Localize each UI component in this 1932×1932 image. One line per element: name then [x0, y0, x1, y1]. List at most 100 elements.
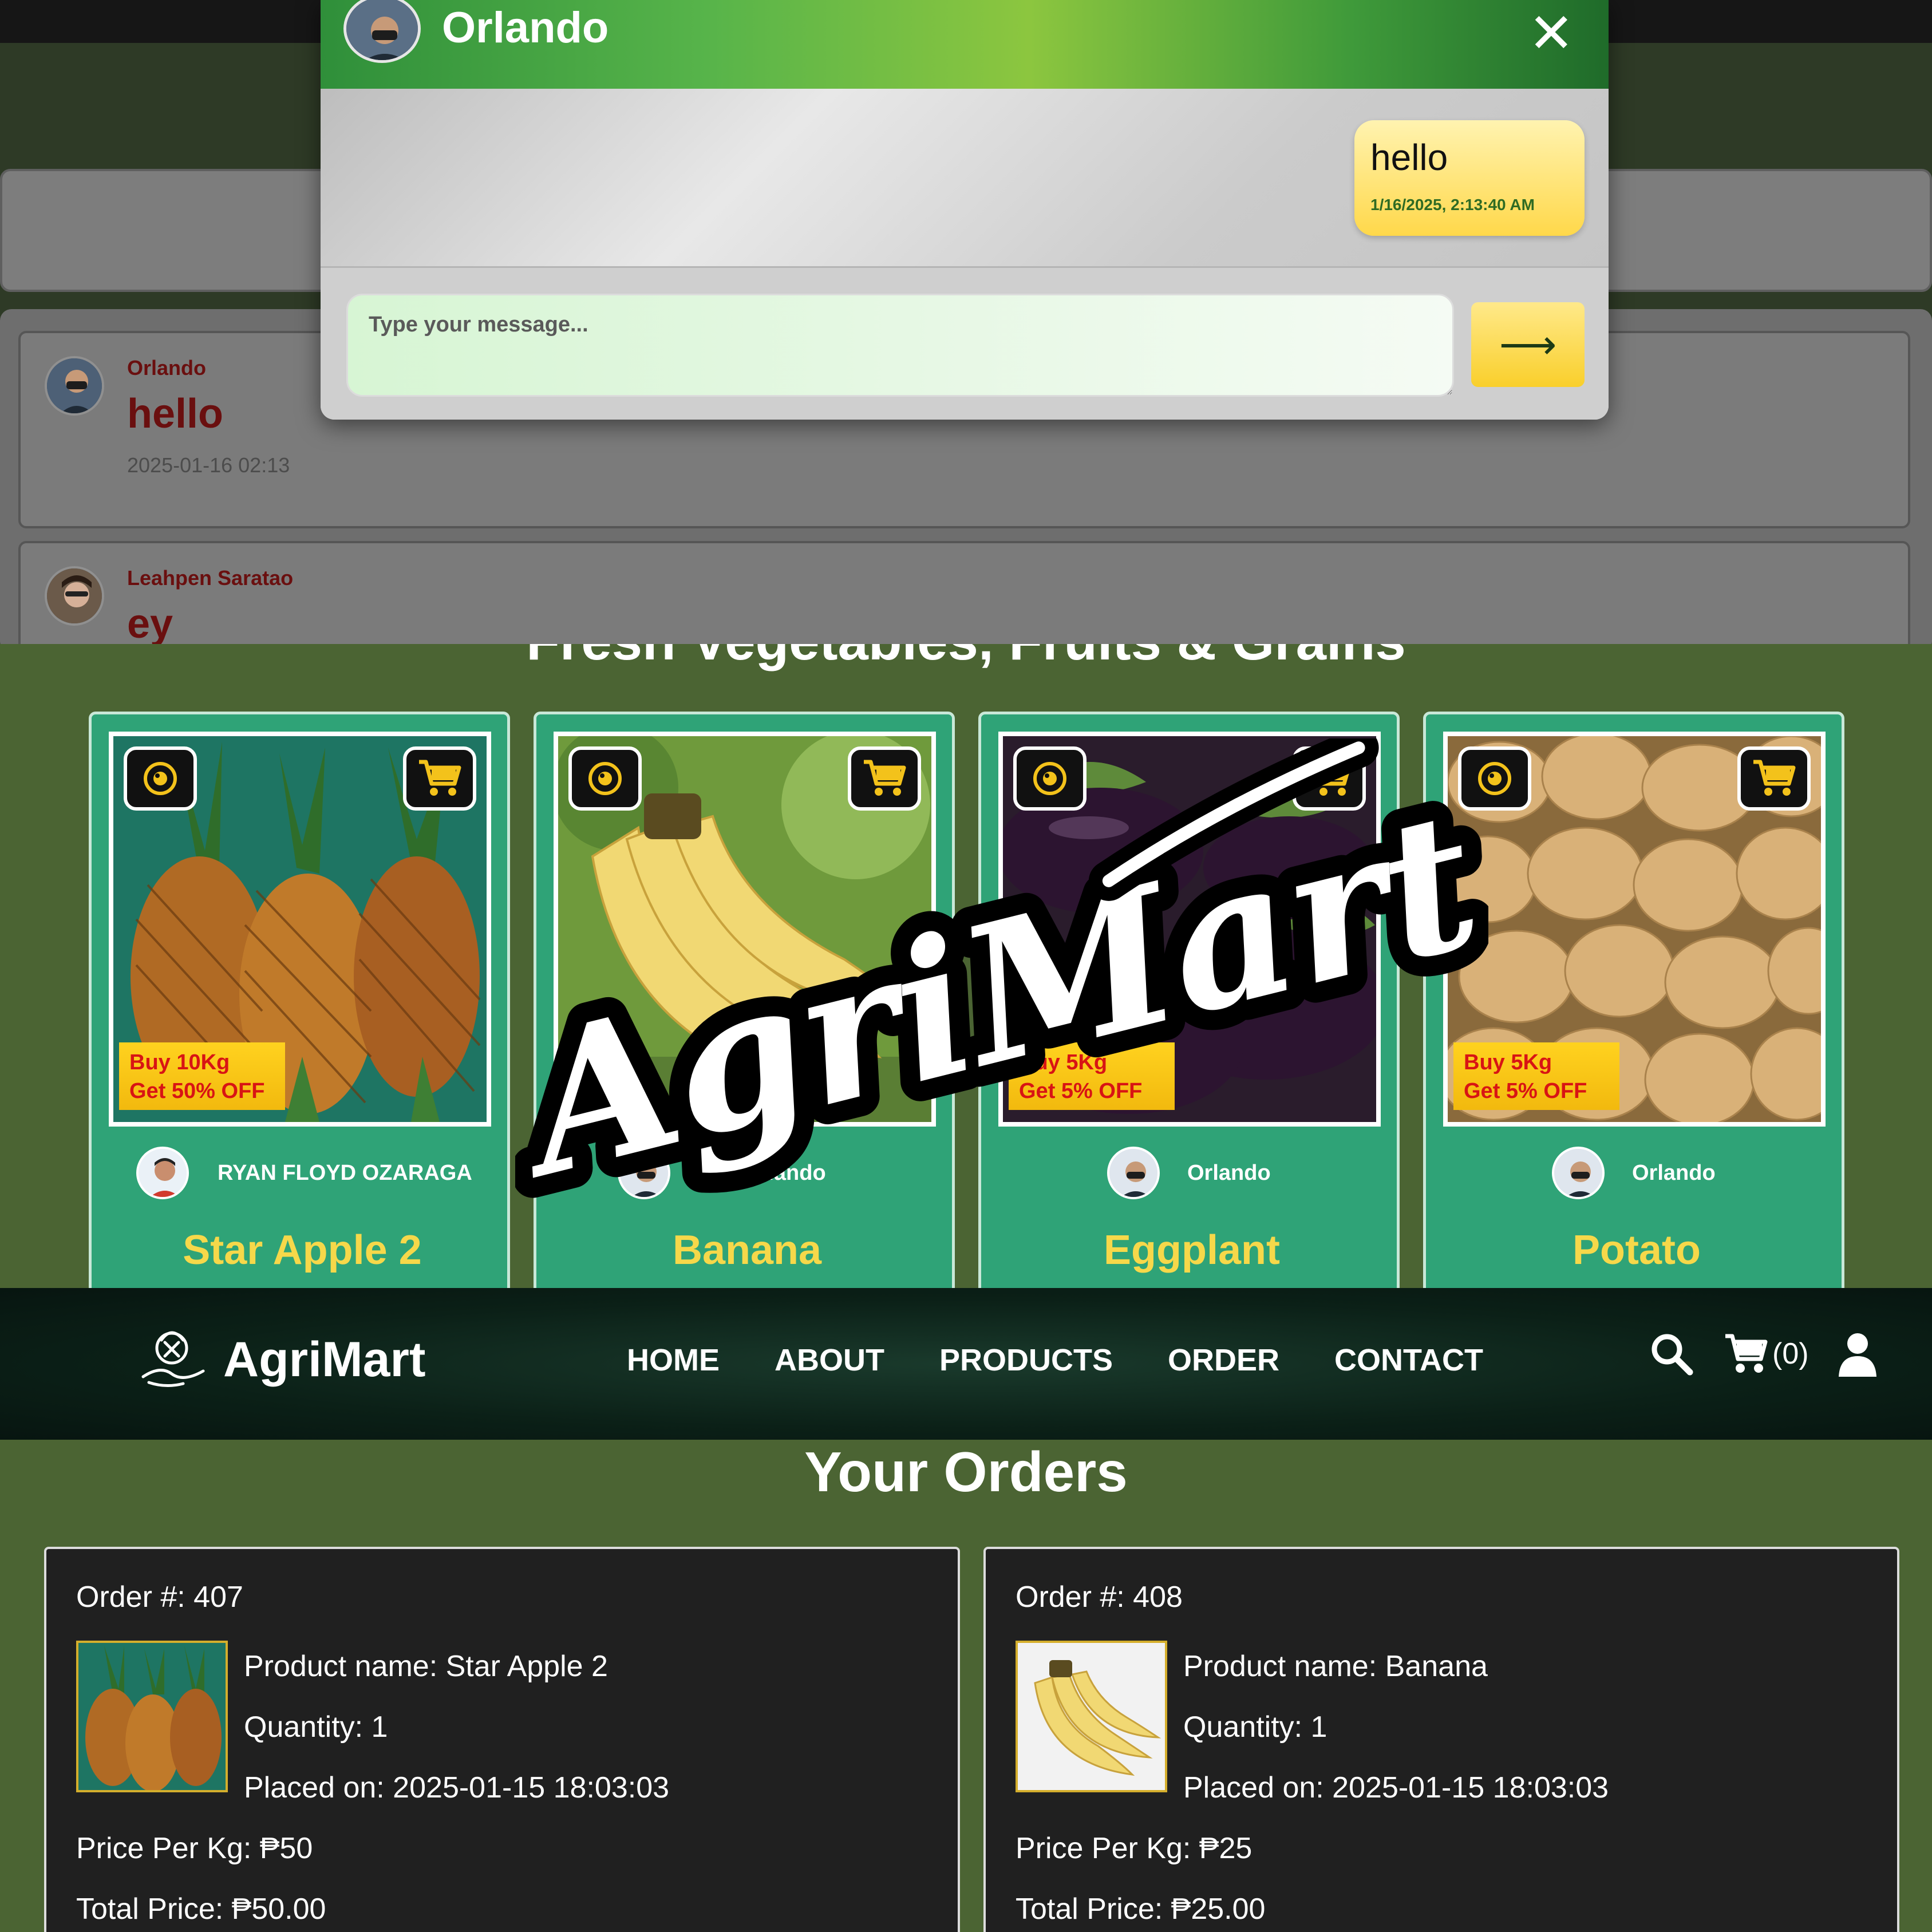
order-thumbnail — [76, 1641, 228, 1792]
sent-message-bubble: hello 1/16/2025, 2:13:40 AM — [1354, 120, 1585, 236]
nav-actions: (0) — [1649, 1331, 1878, 1377]
product-image: Buy 10Kg Get 50% OFF — [109, 732, 491, 1127]
order-price-per-kg: Price Per Kg: ₱25 — [1016, 1832, 1253, 1865]
order-number: Order #: 408 — [1016, 1581, 1183, 1614]
avatar — [45, 566, 104, 626]
order-number: Order #: 407 — [76, 1581, 243, 1614]
chat-header: Orlando ✕ — [321, 0, 1609, 89]
nav-home[interactable]: HOME — [627, 1342, 720, 1378]
main-nav: HOME ABOUT PRODUCTS ORDER CONTACT — [627, 1342, 1483, 1378]
promo-badge: Buy 10Kg Get 50% OFF — [119, 1042, 285, 1110]
eye-icon — [588, 762, 622, 795]
seller-info: Orlando — [1426, 1147, 1842, 1204]
view-button[interactable] — [124, 746, 197, 811]
view-button[interactable] — [1013, 746, 1086, 811]
eye-icon — [1033, 762, 1066, 795]
message-input[interactable] — [346, 294, 1454, 397]
nav-order[interactable]: ORDER — [1168, 1342, 1279, 1378]
message-text: ey — [127, 601, 173, 644]
seller-info: Orlando — [981, 1147, 1397, 1204]
product-name[interactable]: Star Apple 2 — [92, 1227, 507, 1274]
contact-name: Orlando — [442, 3, 609, 52]
seller-info: Orlando — [536, 1147, 952, 1204]
product-image — [554, 732, 936, 1127]
seller-name: Orlando — [1632, 1161, 1716, 1185]
product-card[interactable]: Buy 5Kg Get 5% OFF Orlando Eggplant — [978, 712, 1400, 1288]
seller-name: Orlando — [742, 1161, 826, 1185]
product-image: Buy 5Kg Get 5% OFF — [998, 732, 1381, 1127]
promo-line: Buy 5Kg — [1019, 1050, 1108, 1074]
promo-line: Get 50% OFF — [129, 1079, 265, 1103]
seller-info: RYAN FLOYD OZARAGA — [92, 1147, 507, 1204]
bubble-text: hello — [1370, 137, 1448, 178]
view-button[interactable] — [1458, 746, 1531, 811]
message-sender: Leahpen Saratao — [127, 566, 294, 590]
product-card[interactable]: Buy 10Kg Get 50% OFF RYAN FLOYD OZARAGA … — [89, 712, 510, 1288]
avatar — [45, 356, 104, 416]
promo-badge: Buy 5Kg Get 5% OFF — [1009, 1042, 1175, 1110]
cart-icon — [419, 760, 461, 796]
promo-line: Buy 5Kg — [1464, 1050, 1552, 1074]
order-product-name: Product name: Banana — [1183, 1650, 1488, 1683]
bubble-timestamp: 1/16/2025, 2:13:40 AM — [1370, 196, 1535, 214]
product-name[interactable]: Eggplant — [981, 1227, 1397, 1274]
products-screenshot: Fresh Vegetables, Fruits & Grains — [0, 644, 1932, 1288]
cart-icon — [1725, 1334, 1768, 1373]
cart-button[interactable]: (0) — [1723, 1333, 1809, 1375]
order-card: Order #: 408 Product name: Banana Quanti… — [983, 1547, 1899, 1932]
message-text: hello — [127, 391, 224, 437]
order-quantity: Quantity: 1 — [244, 1710, 388, 1744]
message-item[interactable]: Leahpen Saratao ey — [18, 541, 1910, 644]
seller-avatar — [136, 1147, 189, 1199]
nav-contact[interactable]: CONTACT — [1334, 1342, 1483, 1378]
nav-about[interactable]: ABOUT — [775, 1342, 884, 1378]
product-name[interactable]: Banana — [536, 1227, 952, 1274]
chat-modal: Orlando ✕ hello 1/16/2025, 2:13:40 AM ⟶ — [321, 0, 1609, 420]
navbar: AgriMart HOME ABOUT PRODUCTS ORDER CONTA… — [0, 1288, 1932, 1440]
cart-icon — [1309, 760, 1351, 796]
section-title: Fresh Vegetables, Fruits & Grains — [0, 644, 1932, 673]
order-total-price: Total Price: ₱50.00 — [76, 1893, 326, 1926]
promo-line: Get 5% OFF — [1019, 1079, 1143, 1103]
brand-name: AgriMart — [223, 1332, 426, 1387]
view-button[interactable] — [568, 746, 642, 811]
nav-products[interactable]: PRODUCTS — [939, 1342, 1113, 1378]
promo-line: Buy 10Kg — [129, 1050, 230, 1074]
product-card[interactable]: Orlando Banana — [534, 712, 955, 1288]
add-to-cart-button[interactable] — [403, 746, 476, 811]
promo-badge: Buy 5Kg Get 5% OFF — [1453, 1042, 1619, 1110]
logo-icon — [141, 1331, 205, 1387]
product-name[interactable]: Potato — [1426, 1227, 1842, 1274]
cart-icon — [864, 760, 906, 796]
close-icon[interactable]: ✕ — [1528, 6, 1574, 61]
order-placed-on: Placed on: 2025-01-15 18:03:03 — [244, 1771, 670, 1804]
product-card[interactable]: Buy 5Kg Get 5% OFF Orlando Potato — [1423, 712, 1844, 1288]
cart-count: (0) — [1772, 1337, 1809, 1370]
add-to-cart-button[interactable] — [1293, 746, 1366, 811]
brand[interactable]: AgriMart — [132, 1319, 426, 1400]
user-icon[interactable] — [1838, 1331, 1878, 1377]
order-total-price: Total Price: ₱25.00 — [1016, 1893, 1266, 1926]
chat-screenshot: Orlando hello 2025-01-16 02:13 Leahpen S… — [0, 0, 1932, 644]
seller-name: Orlando — [1187, 1161, 1271, 1185]
order-product-name: Product name: Star Apple 2 — [244, 1650, 608, 1683]
order-placed-on: Placed on: 2025-01-15 18:03:03 — [1183, 1771, 1609, 1804]
order-thumbnail — [1016, 1641, 1167, 1792]
message-time: 2025-01-16 02:13 — [127, 453, 290, 477]
chat-body: hello 1/16/2025, 2:13:40 AM — [321, 89, 1609, 266]
contact-avatar — [343, 0, 421, 63]
add-to-cart-button[interactable] — [1737, 746, 1811, 811]
message-sender: Orlando — [127, 356, 207, 380]
add-to-cart-button[interactable] — [848, 746, 921, 811]
page: Orlando hello 2025-01-16 02:13 Leahpen S… — [0, 0, 1932, 1932]
orders-screenshot: AgriMart HOME ABOUT PRODUCTS ORDER CONTA… — [0, 1288, 1932, 1932]
order-card: Order #: 407 Product name: Star Apple 2 … — [44, 1547, 960, 1932]
orders-title: Your Orders — [804, 1440, 1128, 1503]
seller-avatar — [1107, 1147, 1160, 1199]
seller-avatar — [618, 1147, 670, 1199]
seller-avatar — [1552, 1147, 1605, 1199]
eye-icon — [144, 762, 177, 795]
product-image: Buy 5Kg Get 5% OFF — [1443, 732, 1826, 1127]
send-button[interactable]: ⟶ — [1471, 302, 1585, 387]
search-icon[interactable] — [1649, 1331, 1694, 1377]
